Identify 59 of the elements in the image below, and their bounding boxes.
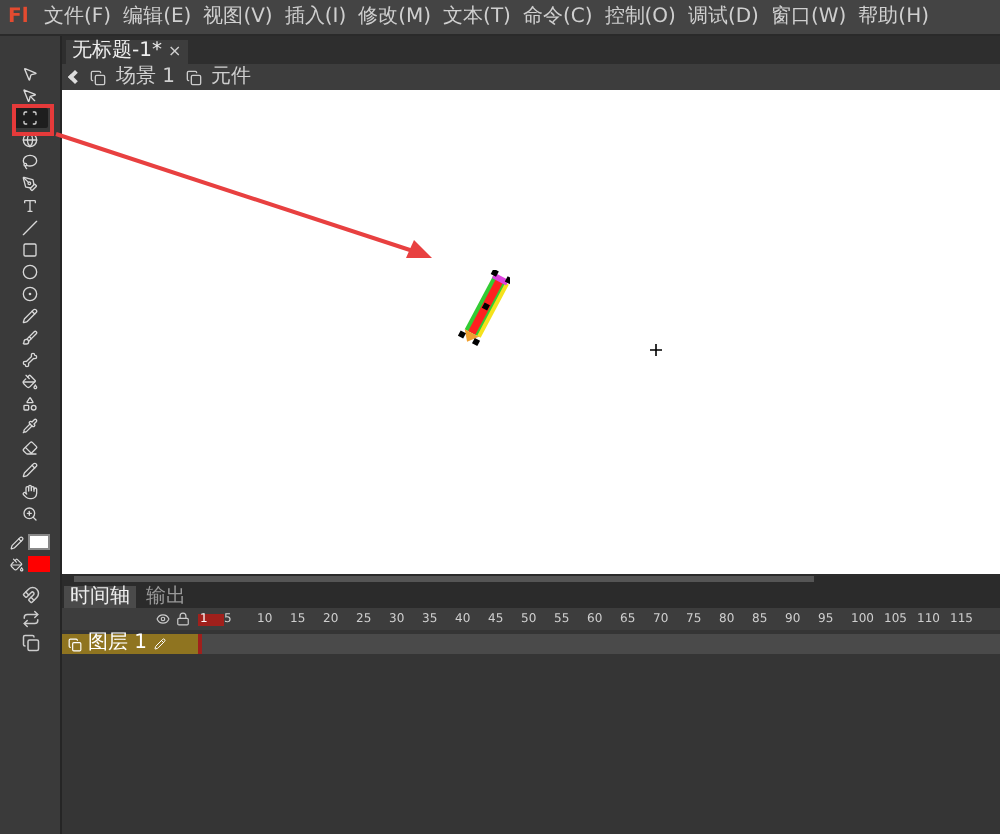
menu-item[interactable]: 窗口(W) [770, 7, 847, 27]
scene-icon [185, 69, 202, 85]
eraser-icon [22, 440, 38, 456]
circle-icon [22, 286, 38, 302]
close-icon[interactable]: × [167, 44, 182, 60]
eye-icon[interactable] [156, 612, 170, 626]
menu-item[interactable]: 插入(I) [284, 7, 347, 27]
menu-item[interactable]: 帮助(H) [858, 7, 929, 27]
menu-item[interactable]: 编辑(E) [123, 7, 192, 27]
layer-name: 图层 1 [88, 634, 148, 654]
bone-icon [22, 352, 38, 368]
pointer-icon [22, 88, 38, 104]
app-logo: Fl [8, 4, 31, 32]
menu-item[interactable]: 视图(V) [203, 7, 273, 27]
text-icon [22, 198, 38, 214]
globe-icon [22, 132, 38, 148]
pencil-icon [153, 638, 166, 650]
pencil-drawing [458, 270, 510, 350]
oval-icon [22, 264, 38, 280]
layer-row[interactable]: 图层 1 [62, 634, 198, 654]
highlight-frame [12, 104, 54, 136]
fill-swatch[interactable] [28, 556, 50, 572]
rectangle-icon [22, 242, 38, 258]
menu-item[interactable]: 文件(F) [44, 7, 112, 27]
panel-tab[interactable]: 输出 [140, 586, 192, 608]
stroke-swatch[interactable] [28, 534, 50, 550]
scene-icon [90, 69, 106, 85]
repeat-icon[interactable] [21, 610, 39, 628]
menu-item[interactable]: 文本(T) [443, 7, 511, 27]
panel-tab[interactable]: 时间轴 [64, 586, 136, 608]
hand-icon [22, 484, 38, 500]
arrow-icon [22, 66, 38, 82]
bucket-icon [22, 374, 38, 390]
crosshair-icon [650, 344, 662, 356]
breadcrumb-item[interactable]: 场景 1 [116, 67, 176, 87]
magnet-icon[interactable] [21, 586, 39, 604]
pen-icon [22, 176, 38, 192]
eyedropper-icon [22, 418, 38, 434]
copy-icon[interactable] [21, 634, 39, 652]
menu-item[interactable]: 控制(O) [604, 7, 676, 27]
menu-item[interactable]: 调试(D) [687, 7, 759, 27]
zoom-icon [22, 506, 38, 522]
layer-icon [68, 637, 82, 651]
line-icon [22, 220, 38, 236]
breadcrumb-item[interactable]: 元件 [211, 67, 252, 87]
shapes-icon [22, 396, 38, 412]
scrollbar[interactable] [74, 576, 814, 582]
transform-icon [22, 110, 38, 126]
document-tab[interactable]: 无标题-1* × [66, 40, 188, 64]
lasso-icon [22, 154, 38, 170]
document-title: 无标题-1* [72, 42, 162, 62]
pencil-icon [22, 308, 38, 324]
brush-icon [22, 330, 38, 346]
menu-item[interactable]: 修改(M) [358, 7, 432, 27]
stroke-icon [10, 535, 24, 549]
menu-item[interactable]: 命令(C) [522, 7, 593, 27]
back-icon[interactable] [67, 69, 83, 85]
fill-icon [10, 557, 24, 571]
lock-icon[interactable] [176, 612, 190, 626]
